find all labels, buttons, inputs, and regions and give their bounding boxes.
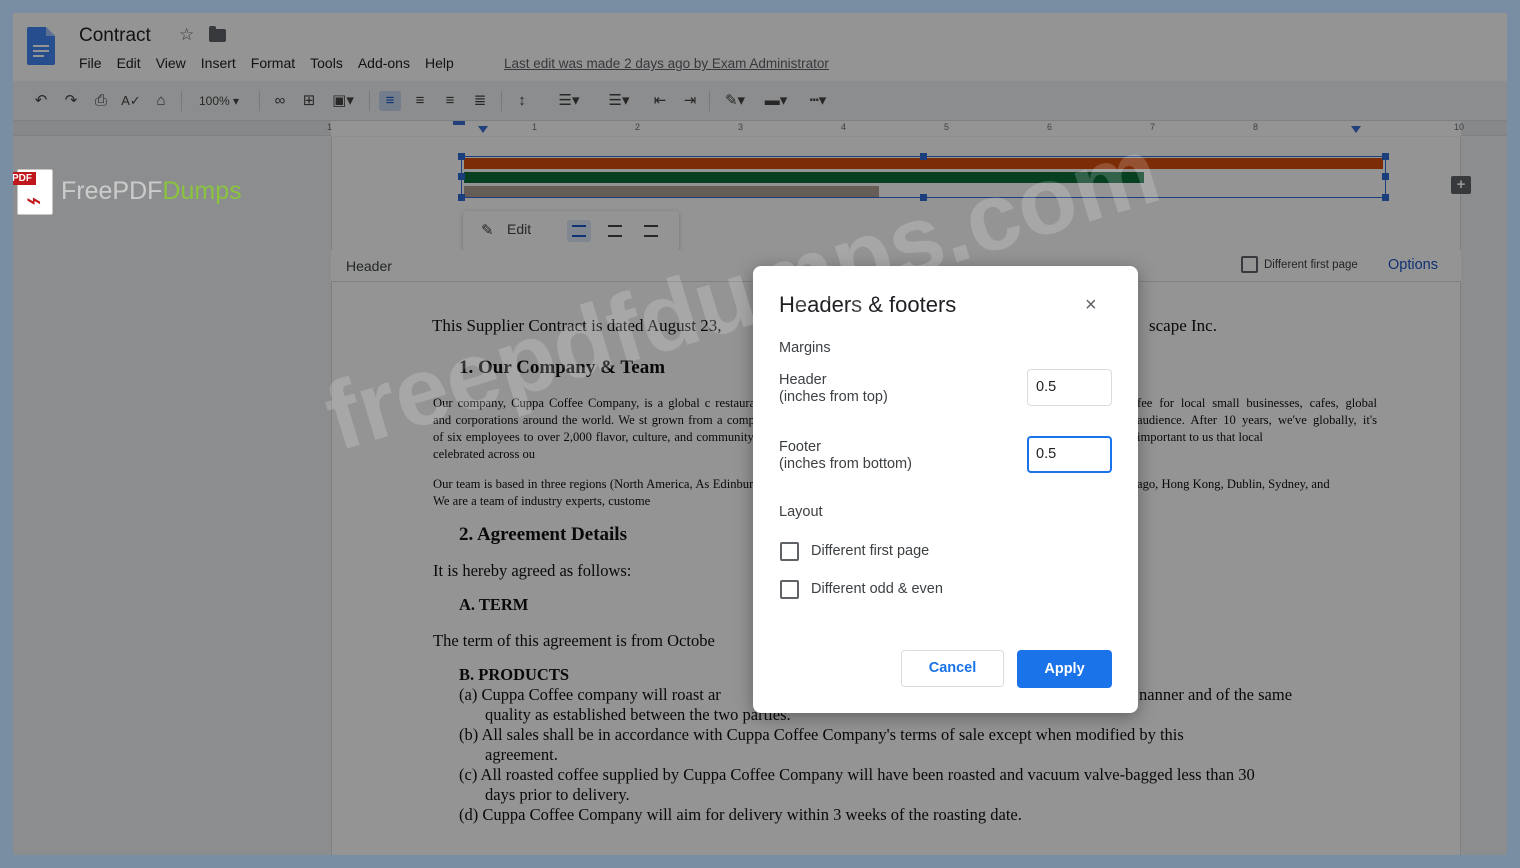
acrobat-icon: ⌁ — [26, 185, 42, 215]
margins-label: Margins — [779, 340, 831, 356]
cancel-button[interactable]: Cancel — [901, 650, 1004, 687]
footer-margin-label-line2: (inches from bottom) — [779, 456, 912, 472]
pdf-file-icon: PDF ⌁ — [13, 169, 53, 215]
app-window: Contract ☆ File Edit View Insert Format … — [13, 13, 1507, 855]
pdf-tag: PDF — [13, 172, 36, 185]
layout-label: Layout — [779, 504, 823, 520]
header-margin-label-line1: Header — [779, 372, 827, 388]
footer-margin-input[interactable]: 0.5 — [1027, 436, 1112, 473]
header-margin-label-line2: (inches from top) — [779, 389, 888, 405]
different-odd-even-label[interactable]: Different odd & even — [811, 581, 943, 597]
brand-free: FreePDF — [61, 177, 163, 205]
different-first-page-option-checkbox[interactable] — [780, 542, 799, 561]
footer-margin-label: Footer (inches from bottom) — [779, 439, 912, 473]
headers-footers-dialog: Headers & footers × Margins Header (inch… — [753, 266, 1138, 713]
close-icon[interactable]: × — [1085, 294, 1097, 317]
different-first-page-option-label[interactable]: Different first page — [811, 543, 929, 559]
footer-margin-label-line1: Footer — [779, 439, 821, 455]
header-margin-label: Header (inches from top) — [779, 372, 888, 406]
brand-dumps: Dumps — [162, 177, 242, 205]
watermark-brand: FreePDFDumps — [61, 177, 242, 206]
apply-button[interactable]: Apply — [1017, 650, 1112, 688]
header-margin-input[interactable]: 0.5 — [1027, 369, 1112, 406]
different-odd-even-checkbox[interactable] — [780, 580, 799, 599]
